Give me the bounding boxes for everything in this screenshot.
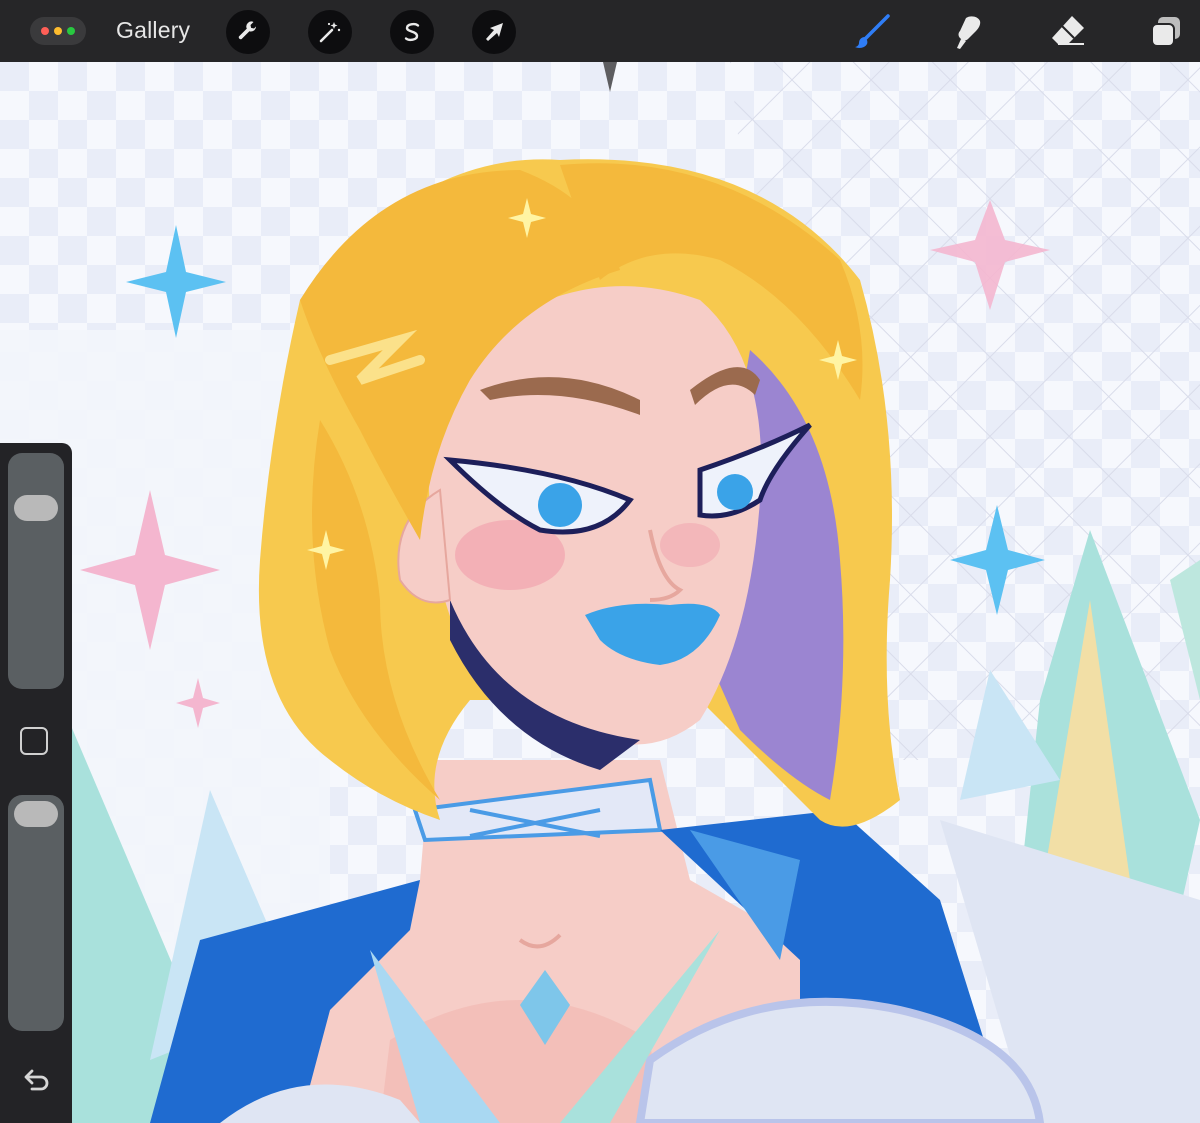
brush-icon <box>855 14 890 48</box>
actions-button[interactable] <box>226 10 270 54</box>
opacity-slider[interactable] <box>8 795 64 1031</box>
layers-button[interactable] <box>1146 12 1186 52</box>
artwork <box>0 62 1200 1123</box>
wrench-icon <box>238 21 256 40</box>
top-toolbar: Gallery <box>0 0 1200 63</box>
arrow-cursor-icon <box>486 23 503 41</box>
gallery-button[interactable]: Gallery <box>116 17 190 44</box>
brush-tool-button[interactable] <box>852 12 892 52</box>
left-sidebar <box>0 443 72 1123</box>
canvas-pointer-marker <box>603 62 617 92</box>
smudge-tool-button[interactable] <box>950 12 990 52</box>
transform-button[interactable] <box>472 10 516 54</box>
brush-size-thumb[interactable] <box>14 495 58 521</box>
minimize-dot-icon[interactable] <box>54 27 62 35</box>
modify-button[interactable] <box>20 727 48 755</box>
eraser-tool-button[interactable] <box>1048 12 1088 52</box>
zoom-dot-icon[interactable] <box>67 27 75 35</box>
smudge-finger-icon <box>957 16 981 49</box>
magic-wand-icon <box>319 22 341 43</box>
eraser-icon <box>1052 16 1084 45</box>
drawing-canvas[interactable] <box>0 62 1200 1123</box>
window-controls[interactable] <box>30 17 86 45</box>
adjustments-button[interactable] <box>308 10 352 54</box>
undo-button[interactable] <box>18 1063 54 1099</box>
brush-size-slider[interactable] <box>8 453 64 689</box>
selection-s-icon <box>404 22 420 42</box>
undo-arrow-icon <box>24 1069 49 1091</box>
opacity-thumb[interactable] <box>14 801 58 827</box>
close-dot-icon[interactable] <box>41 27 49 35</box>
selection-button[interactable] <box>390 10 434 54</box>
layers-icon <box>1151 17 1180 47</box>
